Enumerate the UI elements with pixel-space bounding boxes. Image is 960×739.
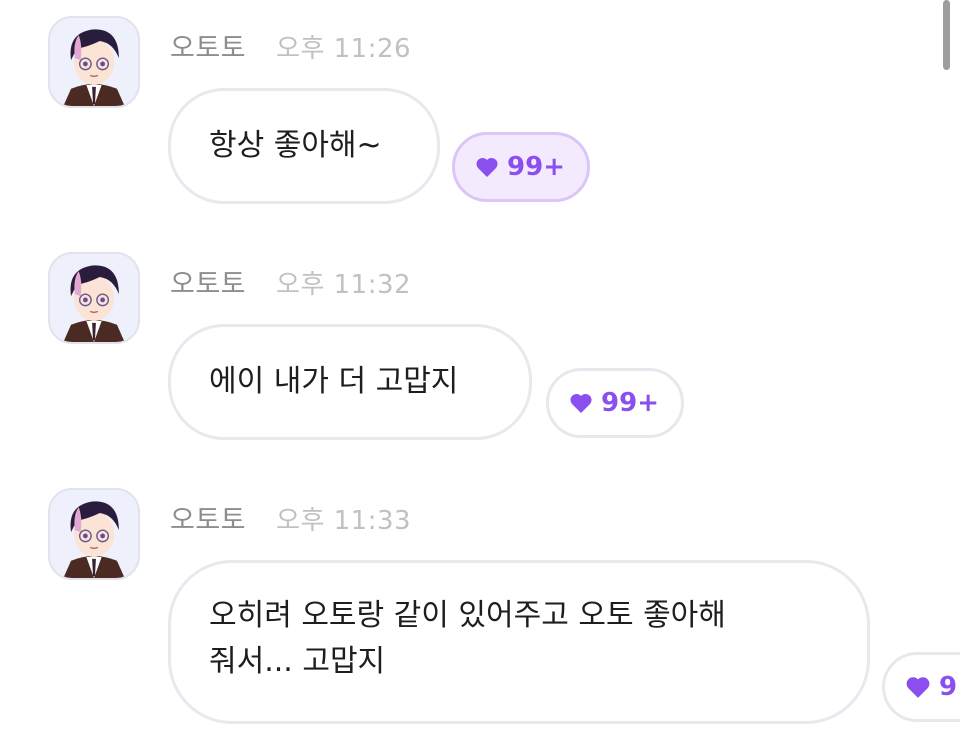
reaction-button[interactable]: 9 — [882, 652, 960, 722]
heart-icon — [570, 393, 592, 414]
reaction-count: 99+ — [507, 152, 565, 182]
reaction-button[interactable]: 99+ — [452, 132, 590, 202]
avatar[interactable] — [48, 16, 140, 108]
message-text: 오히려 오토랑 같이 있어주고 오토 좋아해 줘서... 고맙지 — [209, 598, 726, 679]
avatar[interactable] — [48, 252, 140, 344]
message-time: 오후 11:26 — [276, 34, 412, 64]
reaction-count: 9 — [939, 672, 958, 702]
message-text: 항상 좋아해~ — [209, 128, 382, 163]
reaction-count: 99+ — [601, 388, 659, 418]
message-bubble[interactable]: 오히려 오토랑 같이 있어주고 오토 좋아해 줘서... 고맙지 — [168, 560, 870, 724]
message-header: 오토토 오후 11:33 — [170, 498, 411, 537]
sender-name[interactable]: 오토토 — [170, 26, 246, 65]
message-text: 에이 내가 더 고맙지 — [209, 364, 459, 399]
sender-name[interactable]: 오토토 — [170, 262, 246, 301]
sender-name[interactable]: 오토토 — [170, 498, 246, 537]
message-time: 오후 11:33 — [276, 506, 412, 536]
reaction-button[interactable]: 99+ — [546, 368, 684, 438]
message-header: 오토토 오후 11:32 — [170, 262, 411, 301]
scrollbar-thumb[interactable] — [943, 0, 950, 70]
avatar[interactable] — [48, 488, 140, 580]
message-header: 오토토 오후 11:26 — [170, 26, 411, 65]
message-bubble[interactable]: 항상 좋아해~ — [168, 88, 440, 204]
message-time: 오후 11:32 — [276, 270, 412, 300]
message-bubble[interactable]: 에이 내가 더 고맙지 — [168, 324, 532, 440]
heart-icon — [906, 677, 930, 698]
heart-icon — [476, 157, 498, 178]
